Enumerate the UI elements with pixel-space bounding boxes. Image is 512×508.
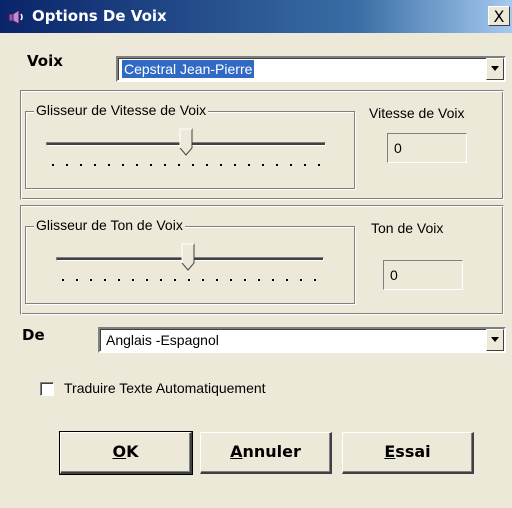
pitch-group-label: Glisseur de Ton de Voix [34,217,185,233]
chevron-down-icon[interactable] [486,58,504,80]
ok-button-label: K [126,442,139,461]
title-bar[interactable]: Options De Voix X [0,0,512,33]
voice-select-value: Cepstral Jean-Pierre [122,60,255,78]
auto-translate-checkbox[interactable] [40,382,54,396]
test-button-label: ssai [395,442,431,461]
pitch-readout-label: Ton de Voix [371,220,444,236]
pitch-slider-ticks [62,279,320,283]
pitch-value-field: 0 [383,260,463,290]
close-icon: X [493,7,505,26]
language-label: De [22,326,45,344]
speed-readout-label: Vitesse de Voix [369,105,465,121]
window-title: Options De Voix [32,7,167,25]
pitch-value: 0 [390,267,398,283]
speed-slider-ticks [52,164,322,168]
ok-button[interactable]: OK [59,431,193,475]
speed-group-label: Glisseur de Vitesse de Voix [34,102,209,118]
language-select-value: Anglais -Espagnol [106,332,219,348]
cancel-button-label: nnuler [242,442,301,461]
cancel-button-mnemonic: A [230,442,243,461]
test-button[interactable]: Essai [342,432,474,474]
voice-options-dialog: Options De Voix X Voix Cepstral Jean-Pie… [0,0,512,508]
pitch-slider-group: Glisseur de Ton de Voix [25,217,355,304]
speed-slider-thumb[interactable] [179,128,193,156]
chevron-down-icon[interactable] [486,329,504,351]
ok-button-mnemonic: O [112,442,127,461]
voice-select[interactable]: Cepstral Jean-Pierre [116,56,506,82]
test-button-mnemonic: E [384,442,396,461]
speaker-app-icon [8,9,23,25]
voice-label: Voix [27,52,63,70]
auto-translate-label[interactable]: Traduire Texte Automatiquement [64,380,266,396]
speed-panel: Glisseur de Vitesse de Voix Vitesse de V… [20,90,504,200]
speed-value-field: 0 [387,133,467,163]
pitch-panel: Glisseur de Ton de Voix Ton de Voix 0 [20,205,504,315]
pitch-slider-thumb[interactable] [181,243,195,271]
language-select[interactable]: Anglais -Espagnol [98,327,506,353]
speed-value: 0 [394,140,402,156]
cancel-button[interactable]: Annuler [200,432,332,474]
close-button[interactable]: X [488,6,510,26]
speed-slider-group: Glisseur de Vitesse de Voix [25,102,355,189]
